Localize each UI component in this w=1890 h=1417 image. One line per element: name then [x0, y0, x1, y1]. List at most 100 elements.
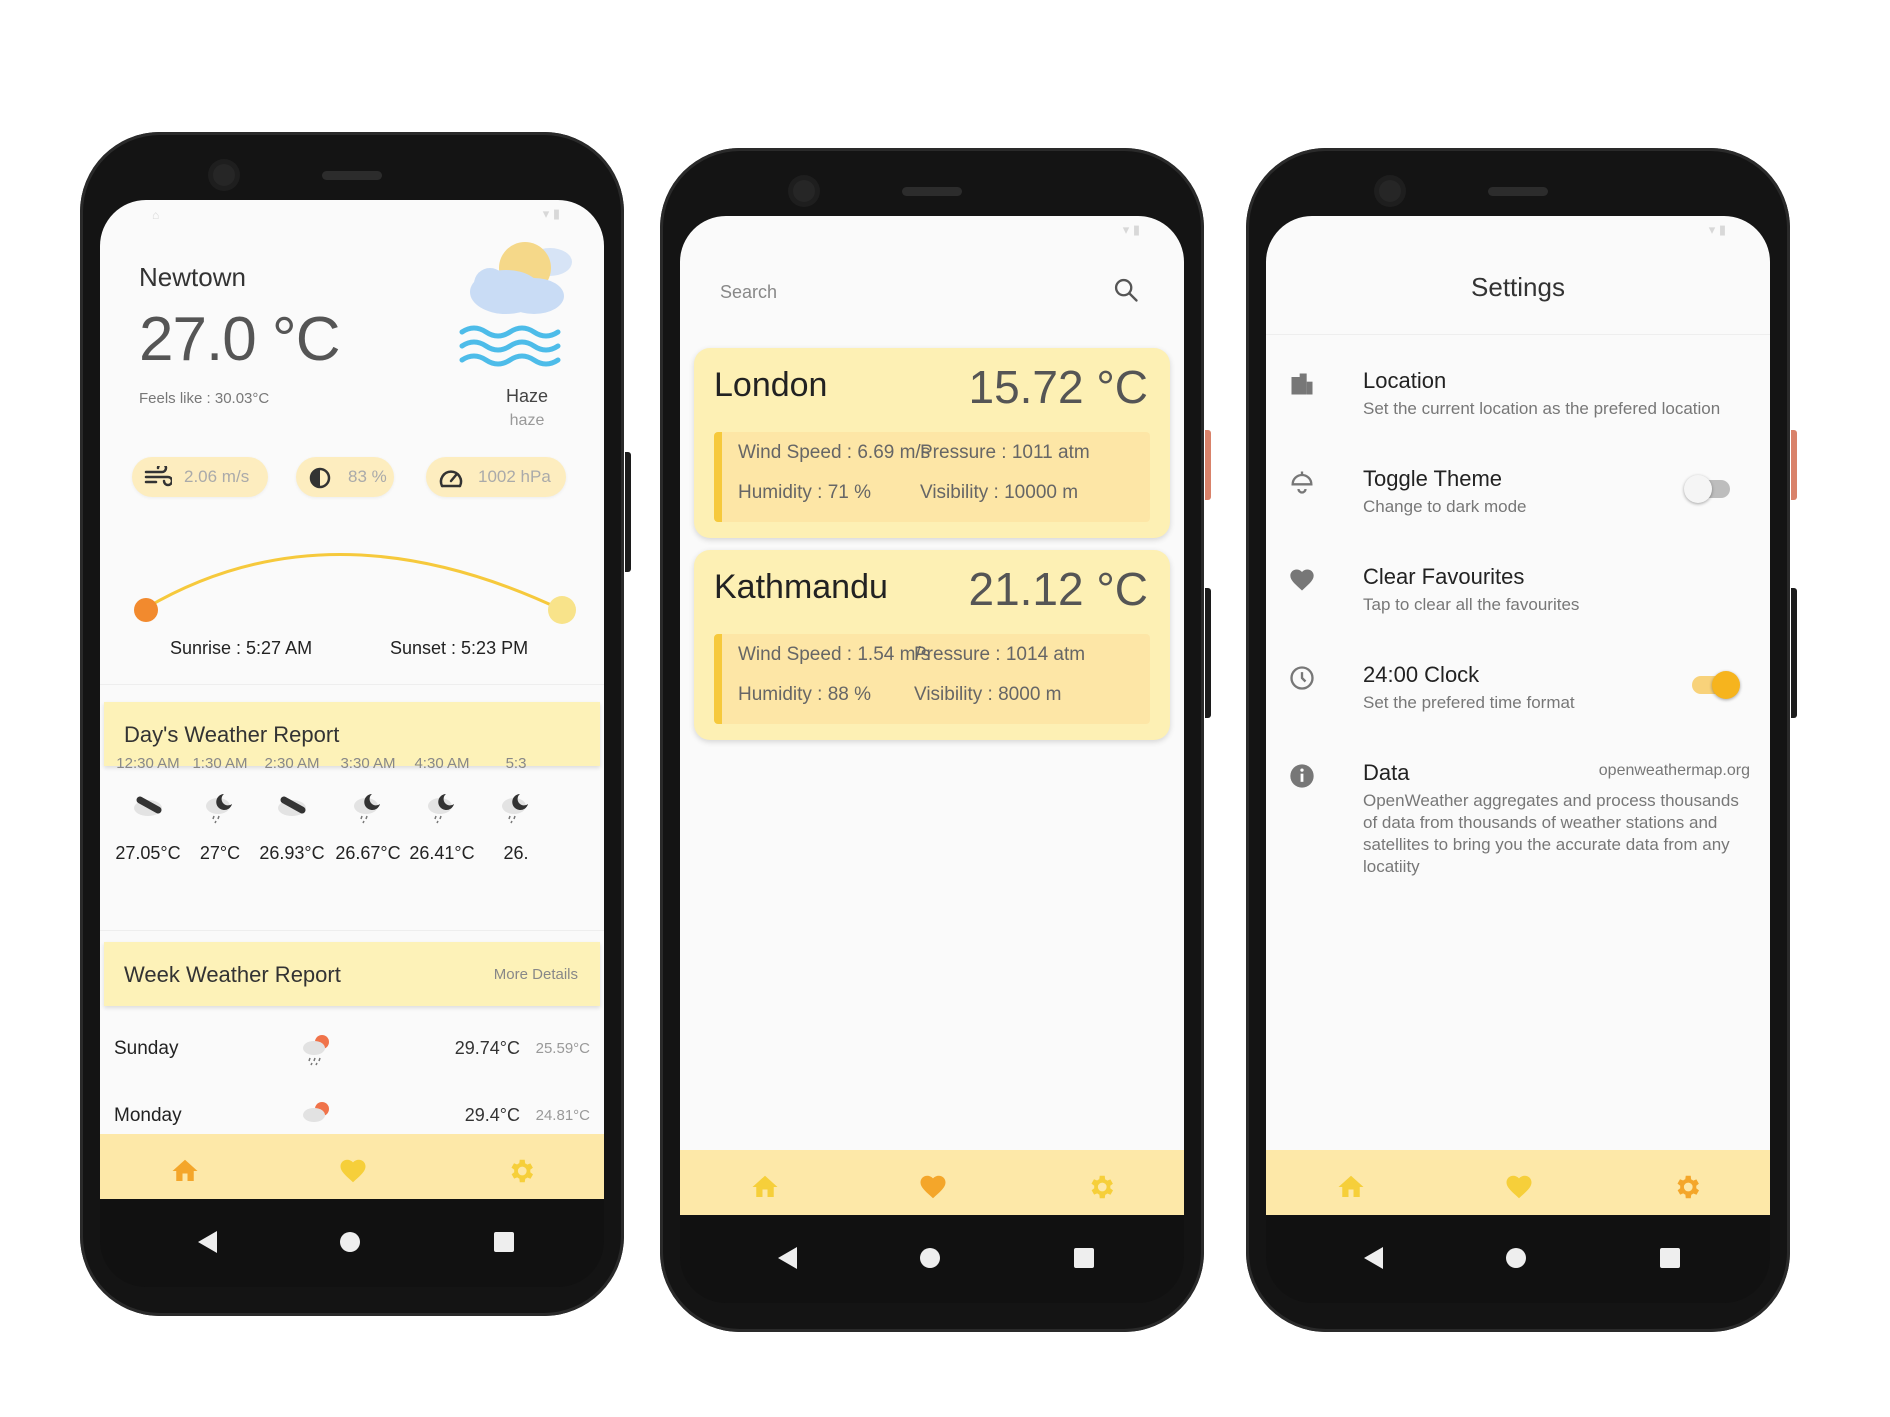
- sunrise-time: Sunrise : 5:27 AM: [170, 638, 313, 658]
- hour-time: 4:30 AM: [414, 755, 470, 772]
- current-temperature: 27.0 °C: [139, 305, 340, 374]
- cloud-rain-icon: [134, 796, 162, 816]
- hour-temp: 26.67°C: [335, 843, 401, 863]
- phone-favourites: ▾ ▮ Search London 15.72 °C Wind Speed : …: [660, 148, 1211, 1332]
- setting-title: Location: [1363, 368, 1447, 393]
- haze-weather-icon: [459, 242, 572, 367]
- pressure-value: 1002 hPa: [478, 467, 551, 486]
- front-camera: [1379, 180, 1401, 202]
- home-icon[interactable]: [750, 1172, 780, 1202]
- wind-icon: [144, 466, 172, 487]
- hour-temp: 27.05°C: [115, 843, 181, 863]
- setting-desc: Tap to clear all the favourites: [1363, 595, 1580, 614]
- system-nav-bar: [680, 1215, 1184, 1303]
- setting-desc: OpenWeather aggregates and process thous…: [1363, 791, 1739, 876]
- setting-title: Toggle Theme: [1363, 466, 1503, 491]
- gear-icon[interactable]: [1086, 1172, 1116, 1202]
- gear-icon[interactable]: [1672, 1172, 1702, 1202]
- screen-favourites: ▾ ▮ Search London 15.72 °C Wind Speed : …: [680, 216, 1184, 1227]
- hour-item: 12:30 AM 27.05°C: [108, 755, 188, 864]
- earpiece: [902, 187, 962, 196]
- city-name: Newtown: [139, 262, 246, 292]
- sun-arc: [134, 553, 576, 624]
- back-button[interactable]: [1364, 1247, 1383, 1269]
- humidity-value: 83 %: [348, 467, 387, 486]
- card-wind: Wind Speed : 1.54 m/s: [738, 644, 931, 665]
- clock-icon: [1290, 666, 1314, 690]
- phone-home: ⌂ ▾ ▮ Newtown 27.0 °C Feels like : 30.03…: [80, 132, 631, 1316]
- card-temp: 21.12 °C: [968, 563, 1148, 615]
- condition-detail: haze: [509, 412, 545, 429]
- pressure-chip: 1002 hPa: [426, 457, 566, 497]
- hour-time: 3:30 AM: [340, 755, 396, 772]
- setting-desc: Set the prefered time format: [1363, 693, 1575, 712]
- theme-toggle[interactable]: [1684, 475, 1730, 503]
- night-rain-icon: [354, 794, 380, 824]
- hour-temp: 26.: [503, 843, 529, 863]
- hour-item: 5:3 26.: [476, 755, 556, 864]
- back-button[interactable]: [778, 1247, 797, 1269]
- week-low: 25.59°C: [535, 1040, 590, 1057]
- gear-icon[interactable]: [506, 1156, 536, 1186]
- phone-settings: ▾ ▮ Settings Location Set the current lo…: [1246, 148, 1797, 1332]
- sun-rain-icon: [303, 1102, 329, 1122]
- card-wind: Wind Speed : 6.69 m/s: [738, 442, 931, 463]
- condition-label: Haze: [505, 386, 549, 406]
- system-nav-bar: [100, 1199, 604, 1287]
- week-row[interactable]: Sunday 29.74°C 25.59°C: [100, 1035, 604, 1078]
- week-report-title: Week Weather Report: [124, 962, 341, 987]
- info-icon: [1290, 764, 1314, 788]
- setting-desc: Change to dark mode: [1363, 497, 1527, 516]
- home-icon[interactable]: [1336, 1172, 1366, 1202]
- card-city: Kathmandu: [714, 568, 888, 606]
- home-icon[interactable]: [170, 1156, 200, 1186]
- card-visibility: Visibility : 10000 m: [920, 482, 1079, 503]
- hour-temp: 26.41°C: [409, 843, 475, 863]
- sun-rain-icon: [303, 1035, 329, 1066]
- hour-time: 5:3: [505, 755, 527, 772]
- setting-title: Clear Favourites: [1363, 564, 1525, 589]
- humidity-icon: [309, 467, 331, 489]
- hour-item: 2:30 AM 26.93°C: [252, 755, 332, 864]
- week-high: 29.4°C: [464, 1105, 520, 1125]
- hour-item: 1:30 AM 27°C: [180, 755, 260, 864]
- search-icon[interactable]: [1112, 276, 1140, 304]
- recents-button[interactable]: [1074, 1248, 1094, 1268]
- earpiece: [1488, 187, 1548, 196]
- feels-like: Feels like : 30.03°C: [139, 390, 270, 407]
- night-rain-icon: [428, 794, 454, 824]
- search-input[interactable]: Search: [720, 282, 777, 303]
- building-icon: [1291, 373, 1313, 395]
- week-low: 24.81°C: [535, 1107, 590, 1124]
- data-source-link[interactable]: openweathermap.org: [1599, 762, 1750, 780]
- hour-time: 12:30 AM: [116, 755, 180, 772]
- cloud-rain-icon: [278, 796, 306, 816]
- hour-item: 3:30 AM 26.67°C: [328, 755, 408, 864]
- more-details-link[interactable]: More Details: [494, 966, 578, 983]
- clock-toggle[interactable]: [1692, 671, 1740, 699]
- back-button[interactable]: [198, 1231, 217, 1253]
- card-humidity: Humidity : 88 %: [738, 684, 872, 705]
- card-details: Wind Speed : 6.69 m/s Pressure : 1011 at…: [714, 432, 1150, 522]
- card-visibility: Visibility : 8000 m: [914, 684, 1062, 705]
- home-button[interactable]: [1506, 1248, 1526, 1268]
- night-rain-icon: [206, 794, 232, 824]
- hour-time: 2:30 AM: [264, 755, 320, 772]
- heart-icon[interactable]: [1504, 1172, 1534, 1202]
- earpiece: [322, 171, 382, 180]
- card-humidity: Humidity : 71 %: [738, 482, 872, 503]
- card-pressure: Pressure : 1011 atm: [920, 442, 1090, 463]
- city-card[interactable]: London 15.72 °C Wind Speed : 6.69 m/s Pr…: [694, 348, 1170, 538]
- recents-button[interactable]: [494, 1232, 514, 1252]
- heart-icon[interactable]: [918, 1172, 948, 1202]
- heart-icon[interactable]: [338, 1156, 368, 1186]
- hour-temp: 27°C: [199, 843, 241, 863]
- home-button[interactable]: [340, 1232, 360, 1252]
- week-report-header: Week Weather Report More Details: [104, 942, 600, 1006]
- card-pressure: Pressure : 1014 atm: [914, 644, 1086, 665]
- recents-button[interactable]: [1660, 1248, 1680, 1268]
- city-card[interactable]: Kathmandu 21.12 °C Wind Speed : 1.54 m/s…: [694, 550, 1170, 740]
- screen-home: ⌂ ▾ ▮ Newtown 27.0 °C Feels like : 30.03…: [100, 200, 604, 1211]
- hour-temp: 26.93°C: [259, 843, 325, 863]
- home-button[interactable]: [920, 1248, 940, 1268]
